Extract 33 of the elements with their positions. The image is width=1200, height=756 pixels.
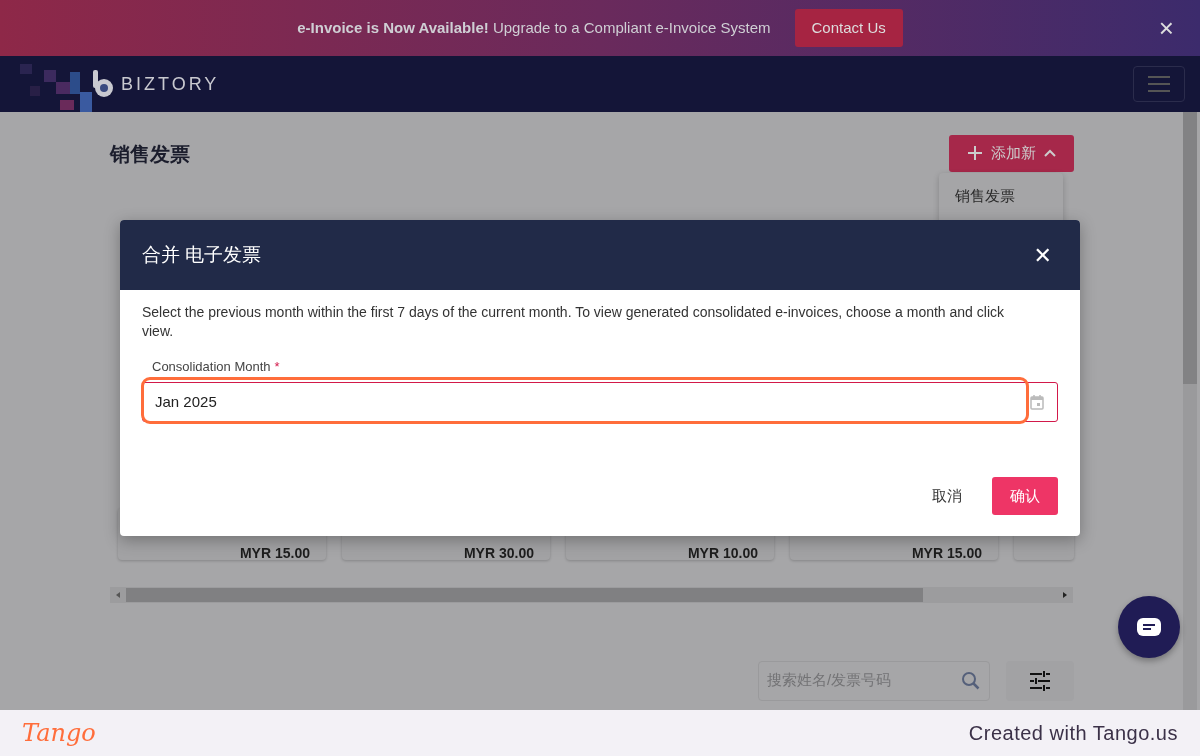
filter-button[interactable] [1006, 660, 1074, 701]
contact-us-button[interactable]: Contact Us [794, 8, 903, 48]
amount-text: MYR 15.00 [911, 545, 982, 560]
scroll-thumb[interactable] [126, 587, 923, 602]
description-text: Select the previous month within the first 7 days of the current month. To view generated consolidated e-invoices, choose a month and click view. [142, 303, 1005, 341]
scroll-thumb[interactable] [1183, 112, 1197, 384]
modal-title: 合并 电子发票 [142, 242, 262, 267]
amount-text: MYR 30.00 [463, 545, 534, 560]
brand-name: BIZTORY [121, 72, 220, 96]
chat-icon [1136, 617, 1162, 637]
credit-text: Created with Tango.us [968, 721, 1178, 746]
field-label: Consolidation Month [152, 359, 271, 374]
search-icon[interactable] [961, 670, 981, 691]
amount-text: MYR 10.00 [687, 545, 758, 560]
confirm-button[interactable]: 确认 [992, 476, 1058, 515]
add-new-button[interactable]: 添加新 [949, 135, 1074, 172]
chat-button[interactable] [1118, 596, 1180, 658]
sliders-icon [1029, 670, 1051, 691]
menu-item[interactable]: 销售发票 [955, 185, 1047, 208]
plus-icon [967, 145, 983, 162]
scrollbar[interactable] [1183, 112, 1197, 710]
cancel-button[interactable]: 取消 [926, 483, 968, 508]
announcement-text: e-Invoice is Now Available! Upgrade to a Compliant e-Invoice System [297, 17, 771, 38]
menu-button[interactable] [1133, 66, 1185, 102]
close-button[interactable]: ✕ [1027, 237, 1058, 273]
tango-logo: Tango [22, 718, 96, 749]
close-button[interactable]: × [1152, 14, 1180, 42]
required-mark: * [274, 359, 280, 374]
calendar-icon[interactable] [1030, 393, 1044, 410]
page-title: 销售发票 [110, 142, 190, 167]
chevron-up-icon [1044, 149, 1056, 158]
menu-icon [1147, 75, 1171, 93]
amount-text: MYR 15.00 [239, 545, 310, 560]
